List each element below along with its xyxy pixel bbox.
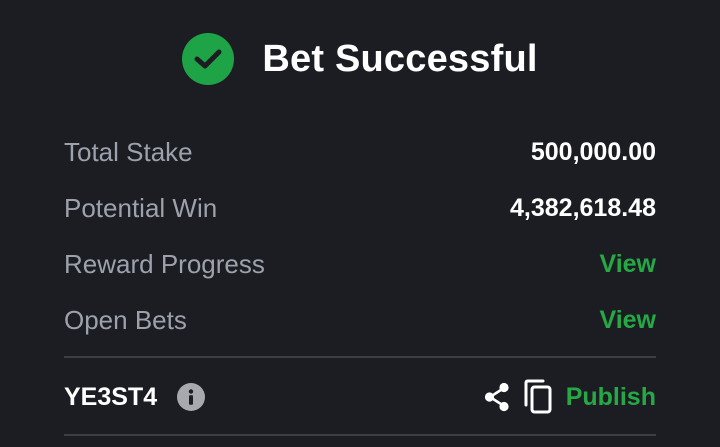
- bottom-divider: [64, 434, 656, 436]
- booking-code-group: YE3ST4: [64, 382, 206, 412]
- open-bets-row: Open Bets View: [64, 300, 656, 340]
- booking-code-bar: YE3ST4 Publish: [64, 373, 656, 421]
- open-bets-view-link[interactable]: View: [599, 306, 656, 335]
- copy-icon[interactable]: [522, 379, 554, 415]
- booking-code: YE3ST4: [64, 382, 158, 411]
- reward-progress-label: Reward Progress: [64, 248, 265, 279]
- info-icon[interactable]: [177, 383, 206, 411]
- booking-actions: Publish: [482, 379, 656, 415]
- reward-progress-row: Reward Progress View: [64, 244, 656, 284]
- check-circle-icon: [182, 33, 235, 85]
- potential-win-label: Potential Win: [64, 192, 218, 223]
- divider: [64, 356, 656, 358]
- open-bets-label: Open Bets: [64, 304, 187, 335]
- total-stake-value: 500,000.00: [530, 137, 656, 166]
- total-stake-label: Total Stake: [64, 136, 193, 167]
- share-icon[interactable]: [482, 381, 512, 413]
- publish-button[interactable]: Publish: [566, 383, 656, 412]
- bet-status-header: Bet Successful: [0, 27, 720, 91]
- reward-progress-view-link[interactable]: View: [599, 250, 656, 279]
- potential-win-value: 4,382,618.48: [510, 193, 656, 222]
- total-stake-row: Total Stake 500,000.00: [64, 132, 656, 172]
- potential-win-row: Potential Win 4,382,618.48: [64, 188, 656, 228]
- bet-confirmation-panel: Bet Successful Total Stake 500,000.00 Po…: [0, 0, 720, 447]
- page-title: Bet Successful: [262, 37, 538, 80]
